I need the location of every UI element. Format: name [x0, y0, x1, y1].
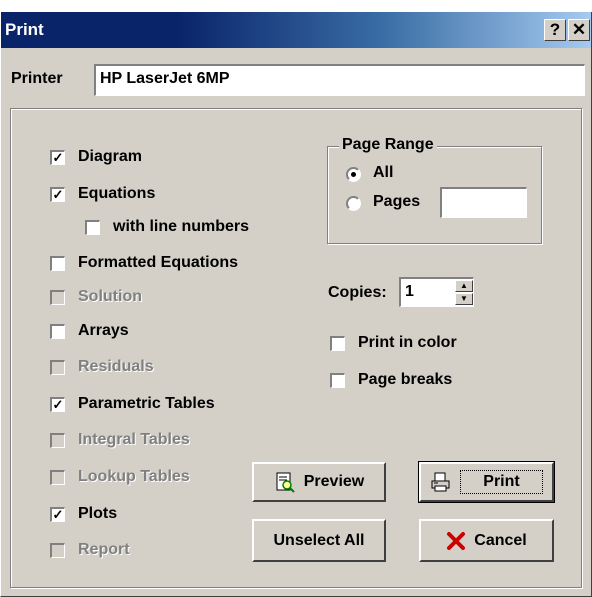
- integral-tables-checkbox: [50, 433, 65, 448]
- pages-input[interactable]: [440, 187, 527, 218]
- printer-field[interactable]: HP LaserJet 6MP: [94, 64, 585, 96]
- residuals-checkbox: [50, 360, 65, 375]
- spin-up-icon[interactable]: ▲: [455, 280, 473, 292]
- all-radio-label: All: [373, 164, 394, 181]
- print-in-color-label: Print in color: [358, 334, 457, 351]
- close-button[interactable]: ✕: [568, 19, 590, 41]
- solution-label: Solution: [78, 288, 142, 305]
- equations-label: Equations: [78, 185, 156, 202]
- plots-label: Plots: [78, 505, 118, 522]
- print-in-color-checkbox[interactable]: [330, 336, 345, 351]
- plots-checkbox[interactable]: ✓: [50, 507, 65, 522]
- parametric-tables-label: Parametric Tables: [78, 395, 215, 412]
- report-label: Report: [78, 541, 130, 558]
- cancel-label: Cancel: [474, 531, 527, 549]
- preview-label: Preview: [303, 473, 365, 490]
- copies-spinner[interactable]: 1 ▲ ▼: [399, 277, 474, 307]
- formatted-equations-checkbox[interactable]: [50, 256, 65, 271]
- print-dialog: Print ? ✕ Printer HP LaserJet 6MP ✓ Diag…: [0, 12, 592, 597]
- lookup-tables-label: Lookup Tables: [78, 468, 190, 485]
- report-checkbox: [50, 543, 65, 558]
- all-radio[interactable]: [346, 167, 361, 182]
- pages-radio-label: Pages: [373, 193, 421, 210]
- diagram-label: Diagram: [78, 148, 143, 165]
- cancel-x-icon: [447, 531, 466, 550]
- page-breaks-label: Page breaks: [358, 371, 453, 388]
- cancel-button[interactable]: Cancel: [419, 519, 554, 562]
- copies-value: 1: [405, 283, 414, 300]
- print-label: Print: [460, 470, 543, 494]
- formatted-equations-label: Formatted Equations: [78, 254, 239, 271]
- equations-checkbox[interactable]: ✓: [50, 187, 65, 202]
- arrays-checkbox[interactable]: [50, 324, 65, 339]
- line-numbers-label: with line numbers: [113, 218, 250, 235]
- printer-icon: [431, 472, 450, 492]
- residuals-label: Residuals: [78, 358, 154, 375]
- parametric-tables-checkbox[interactable]: ✓: [50, 397, 65, 412]
- print-button[interactable]: Print: [418, 461, 555, 503]
- arrays-label: Arrays: [78, 322, 129, 339]
- copies-label: Copies:: [328, 284, 387, 301]
- lookup-tables-checkbox: [50, 470, 65, 485]
- page-breaks-checkbox[interactable]: [330, 373, 345, 388]
- title-bar[interactable]: Print ? ✕: [1, 12, 591, 48]
- help-button[interactable]: ?: [544, 19, 566, 41]
- dialog-title: Print: [5, 20, 44, 39]
- diagram-checkbox[interactable]: ✓: [50, 150, 65, 165]
- line-numbers-checkbox[interactable]: [85, 220, 100, 235]
- integral-tables-label: Integral Tables: [78, 431, 190, 448]
- solution-checkbox: [50, 290, 65, 305]
- preview-button[interactable]: Preview: [252, 462, 386, 502]
- unselect-all-button[interactable]: Unselect All: [252, 519, 386, 562]
- printer-label: Printer: [11, 70, 63, 87]
- spin-down-icon[interactable]: ▼: [455, 293, 473, 305]
- preview-icon: [276, 472, 295, 493]
- unselect-all-label: Unselect All: [273, 531, 365, 549]
- pages-radio[interactable]: [346, 196, 361, 211]
- page-range-title: Page Range: [339, 136, 437, 154]
